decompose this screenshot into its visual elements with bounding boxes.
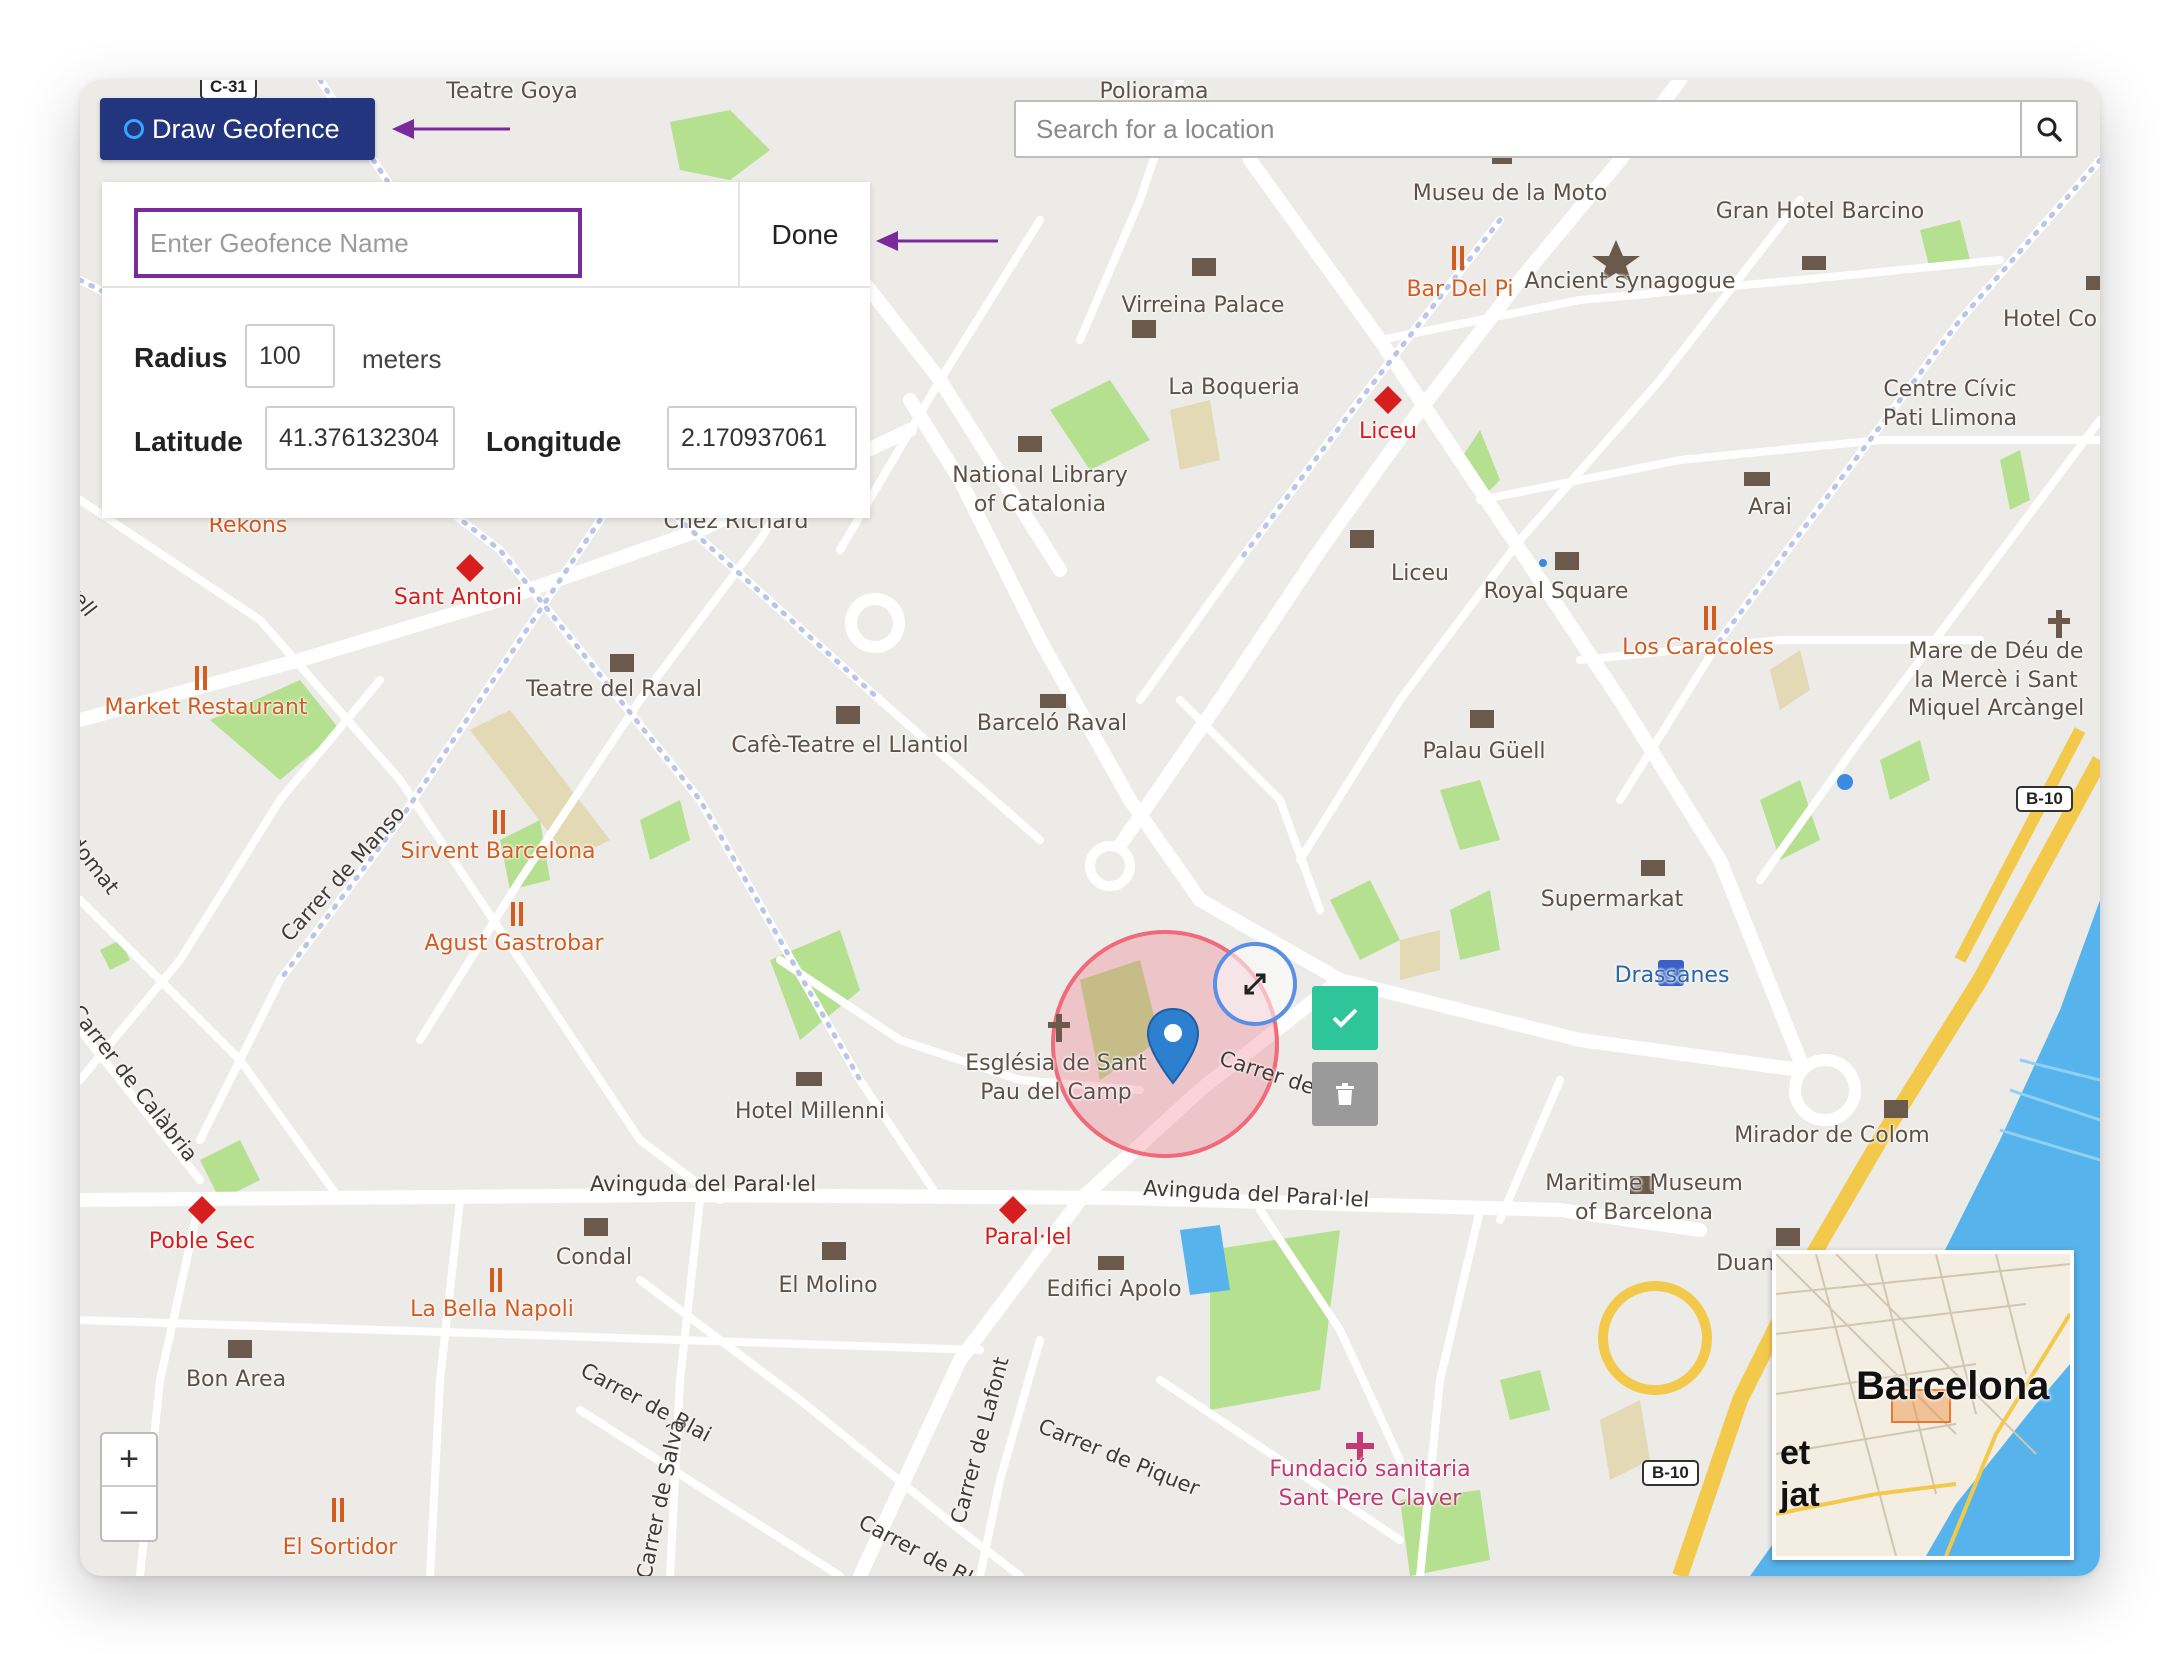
map-label-condal: Condal xyxy=(555,1245,633,1270)
latitude-input[interactable] xyxy=(265,406,455,470)
geofence-panel-header: Done xyxy=(102,182,870,288)
draw-geofence-label: Draw Geofence xyxy=(152,113,340,144)
map-label-hotel-millenni: Hotel Millenni xyxy=(734,1099,886,1124)
confirm-geofence-button[interactable] xyxy=(1312,986,1378,1050)
map-label-fundacio: Fundació sanitaria Sant Pere Claver xyxy=(1269,1457,1471,1511)
annotation-arrow-left-icon xyxy=(876,231,998,251)
road-shield-b10-right: B-10 xyxy=(2016,786,2073,812)
map-label-el-molino: El Molino xyxy=(778,1273,878,1298)
map-label-sant-antoni: Sant Antoni xyxy=(393,585,523,610)
longitude-label: Longitude xyxy=(486,426,622,457)
map-label-royal-square: Royal Square xyxy=(1483,579,1629,604)
done-button[interactable]: Done xyxy=(740,182,870,288)
road-shield-b10-bottom: B-10 xyxy=(1642,1460,1699,1486)
map-label-supermarkat: Supermarkat xyxy=(1540,887,1684,912)
minimap-label: et xyxy=(1780,1434,1811,1472)
map-label-arai: Arai xyxy=(1748,495,1792,520)
map-pin-icon xyxy=(1146,1007,1200,1085)
map-label-barcelo-raval: Barceló Raval xyxy=(976,711,1128,736)
map-label-liceu-metro: Liceu xyxy=(1359,419,1417,444)
map-label-esglesia: Església de Sant Pau del Camp xyxy=(965,1051,1147,1105)
map-label-drassanes: Drassanes xyxy=(1614,963,1730,988)
check-icon xyxy=(1332,1008,1358,1028)
map-label-paral-lel: Paral·lel xyxy=(984,1225,1072,1250)
longitude-input[interactable] xyxy=(667,406,857,470)
map-label-gran-hotel: Gran Hotel Barcino xyxy=(1715,199,1925,224)
draw-geofence-button[interactable]: Draw Geofence xyxy=(100,98,375,160)
map-label-museu-moto: Museu de la Moto xyxy=(1412,181,1608,206)
map-label-los-caracoles: Los Caracoles xyxy=(1622,635,1774,660)
map-label-centre-civic: Centre Cívic Pati Llimona xyxy=(1882,377,2018,431)
latitude-label: Latitude xyxy=(134,426,243,457)
geofence-name-input[interactable] xyxy=(134,208,582,278)
map-label-ancient-synagogue: Ancient synagogue xyxy=(1524,269,1736,294)
map-label-la-bella-napoli: La Bella Napoli xyxy=(410,1297,574,1322)
minimap-title: Barcelona xyxy=(1856,1364,2050,1408)
map-label-poble-sec: Poble Sec xyxy=(148,1229,256,1254)
delete-geofence-button[interactable] xyxy=(1312,1062,1378,1126)
zoom-out-button[interactable]: − xyxy=(102,1487,156,1540)
radius-unit-label: meters xyxy=(362,344,442,374)
resize-icon xyxy=(1244,973,1266,995)
map-label-maritime: Maritime Museum of Barcelona xyxy=(1545,1171,1743,1225)
zoom-in-button[interactable]: + xyxy=(102,1434,156,1487)
geofence-panel: Done Radius meters Latitude Longitude xyxy=(102,182,870,518)
map-label-cafe-teatre: Cafè-Teatre el Llantiol xyxy=(731,733,969,758)
road-shield-c31: C-31 xyxy=(200,80,257,100)
map-label-agust: Agust Gastrobar xyxy=(424,931,604,956)
map-label-market-restaurant: Market Restaurant xyxy=(104,695,308,720)
map-label-virreina: Virreina Palace xyxy=(1121,293,1285,318)
map-window: Teatre Goya Poliorama Museu de la Moto G… xyxy=(80,80,2100,1576)
search-input[interactable] xyxy=(1016,102,2020,156)
minimap-label: jat xyxy=(1780,1476,1820,1514)
map-label-boqueria: La Boqueria xyxy=(1168,375,1300,400)
map-label-liceu: Liceu xyxy=(1391,561,1449,586)
geofence-resize-handle[interactable] xyxy=(1213,942,1297,1026)
map-label-hotel-co: Hotel Co xyxy=(2002,307,2098,332)
trash-icon xyxy=(1336,1083,1354,1105)
map-label-mirador: Mirador de Colom xyxy=(1734,1123,1930,1148)
annotation-arrow-left-icon xyxy=(392,119,510,139)
geofence-center-marker[interactable] xyxy=(1146,1007,1200,1090)
map-label-bon-area: Bon Area xyxy=(185,1367,287,1392)
map-label-el-sortidor: El Sortidor xyxy=(282,1535,398,1560)
map-label-bar-del-pi: Bar Del Pi xyxy=(1406,277,1514,302)
street-label-avinguda-1: Avinguda del Paral·lel xyxy=(590,1172,817,1196)
circle-icon xyxy=(124,119,144,139)
map-label-teatre-goya: Teatre Goya xyxy=(446,80,578,104)
map-label-national-library: National Library of Catalonia xyxy=(952,463,1128,517)
map-label-edifici-apolo: Edifici Apolo xyxy=(1046,1277,1182,1302)
search-icon xyxy=(2037,117,2062,142)
search-button[interactable] xyxy=(2020,102,2076,156)
search-box xyxy=(1014,100,2078,158)
radius-label: Radius xyxy=(134,342,228,373)
zoom-control: + − xyxy=(100,1432,158,1542)
map-label-palau-guell: Palau Güell xyxy=(1422,739,1546,764)
map-label-teatre-raval: Teatre del Raval xyxy=(526,677,702,702)
minimap[interactable]: Barcelona et jat xyxy=(1772,1250,2074,1560)
radius-input[interactable] xyxy=(245,324,335,388)
map-label-sirvent: Sirvent Barcelona xyxy=(400,839,596,864)
map-label-mare-de-deu: Mare de Déu de la Mercè i Sant Miquel Ar… xyxy=(1907,639,2085,722)
